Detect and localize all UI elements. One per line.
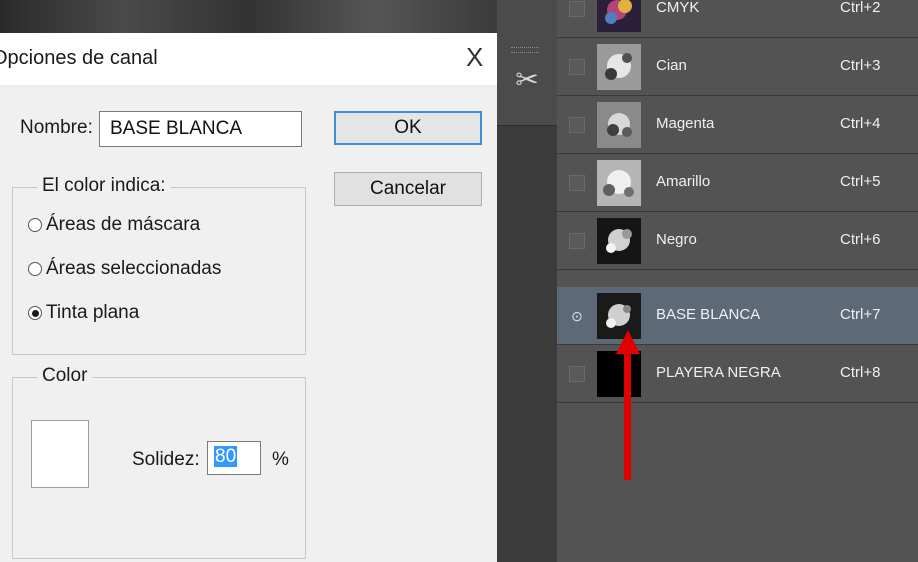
radio-selected-areas[interactable]: Áreas seleccionadas <box>28 258 221 280</box>
percent-unit: % <box>272 449 289 470</box>
channel-row-cmyk[interactable]: CMYK Ctrl+2 <box>557 0 918 38</box>
channel-name: Amarillo <box>656 173 711 190</box>
channel-thumbnail <box>597 44 641 90</box>
channel-row-black[interactable]: Negro Ctrl+6 <box>557 212 918 270</box>
solidity-field[interactable]: 80 <box>207 441 261 475</box>
channel-thumbnail <box>597 351 641 397</box>
eye-icon[interactable]: ⊙ <box>569 308 585 324</box>
radio-button-selected[interactable] <box>28 306 42 320</box>
channel-shortcut: Ctrl+4 <box>840 115 881 132</box>
channel-shortcut: Ctrl+7 <box>840 306 881 323</box>
channel-name: Cian <box>656 57 687 74</box>
dialog-titlebar: Opciones de canal X <box>0 33 497 85</box>
channel-shortcut: Ctrl+8 <box>840 364 881 381</box>
channel-shortcut: Ctrl+3 <box>840 57 881 74</box>
visibility-toggle[interactable] <box>569 59 585 75</box>
visibility-toggle[interactable] <box>569 117 585 133</box>
channel-row-playera-negra[interactable]: PLAYERA NEGRA Ctrl+8 <box>557 345 918 403</box>
background-image-strip <box>0 0 497 33</box>
color-group-legend: Color <box>37 365 93 387</box>
color-indicates-legend: El color indica: <box>37 175 171 197</box>
radio-button[interactable] <box>28 218 42 232</box>
channel-row-cyan[interactable]: Cian Ctrl+3 <box>557 38 918 96</box>
channel-row-base-blanca[interactable]: ⊙ BASE BLANCA Ctrl+7 <box>557 287 918 345</box>
channel-thumbnail <box>597 0 641 32</box>
radio-mask-areas[interactable]: Áreas de máscara <box>28 214 200 236</box>
channels-panel: CMYK Ctrl+2 Cian Ctrl+3 Magenta Ctrl+4 A… <box>557 0 918 562</box>
channel-thumbnail <box>597 218 641 264</box>
solidity-label: Solidez: <box>132 449 200 470</box>
visibility-toggle[interactable] <box>569 1 585 17</box>
annotation-arrow-shaft <box>624 350 631 480</box>
scissors-icon[interactable]: ✂ <box>509 62 545 98</box>
tool-strip: ✂ <box>497 0 557 562</box>
channel-shortcut: Ctrl+2 <box>840 0 881 16</box>
channel-name: Negro <box>656 231 697 248</box>
radio-label: Áreas de máscara <box>46 214 201 235</box>
ok-button[interactable]: OK <box>334 111 482 145</box>
radio-label: Tinta plana <box>46 302 140 323</box>
tool-strip-header: ✂ <box>497 0 557 126</box>
radio-label: Áreas seleccionadas <box>46 258 222 279</box>
dialog-title: Opciones de canal <box>0 47 158 69</box>
visibility-toggle[interactable] <box>569 175 585 191</box>
solidity-value: 80 <box>214 446 238 467</box>
channel-shortcut: Ctrl+6 <box>840 231 881 248</box>
name-label: Nombre: <box>20 117 93 138</box>
close-icon[interactable]: X <box>466 43 483 71</box>
radio-button[interactable] <box>28 262 42 276</box>
visibility-toggle[interactable] <box>569 233 585 249</box>
channel-name: Magenta <box>656 115 715 132</box>
channel-name: CMYK <box>656 0 700 16</box>
name-field[interactable] <box>99 111 302 147</box>
channel-thumbnail <box>597 102 641 148</box>
drag-grip[interactable] <box>511 47 539 53</box>
dialog-body: Nombre: OK Cancelar El color indica: Áre… <box>0 85 497 562</box>
channel-row-yellow[interactable]: Amarillo Ctrl+5 <box>557 154 918 212</box>
visibility-toggle[interactable] <box>569 366 585 382</box>
channel-name: BASE BLANCA <box>656 306 761 323</box>
channel-thumbnail <box>597 160 641 206</box>
color-swatch[interactable] <box>31 420 89 488</box>
channel-name: PLAYERA NEGRA <box>656 364 781 381</box>
channel-row-magenta[interactable]: Magenta Ctrl+4 <box>557 96 918 154</box>
channel-shortcut: Ctrl+5 <box>840 173 881 190</box>
cancel-button[interactable]: Cancelar <box>334 172 482 206</box>
channel-options-dialog: Opciones de canal X Nombre: OK Cancelar … <box>0 33 497 562</box>
radio-spot-color[interactable]: Tinta plana <box>28 302 139 324</box>
